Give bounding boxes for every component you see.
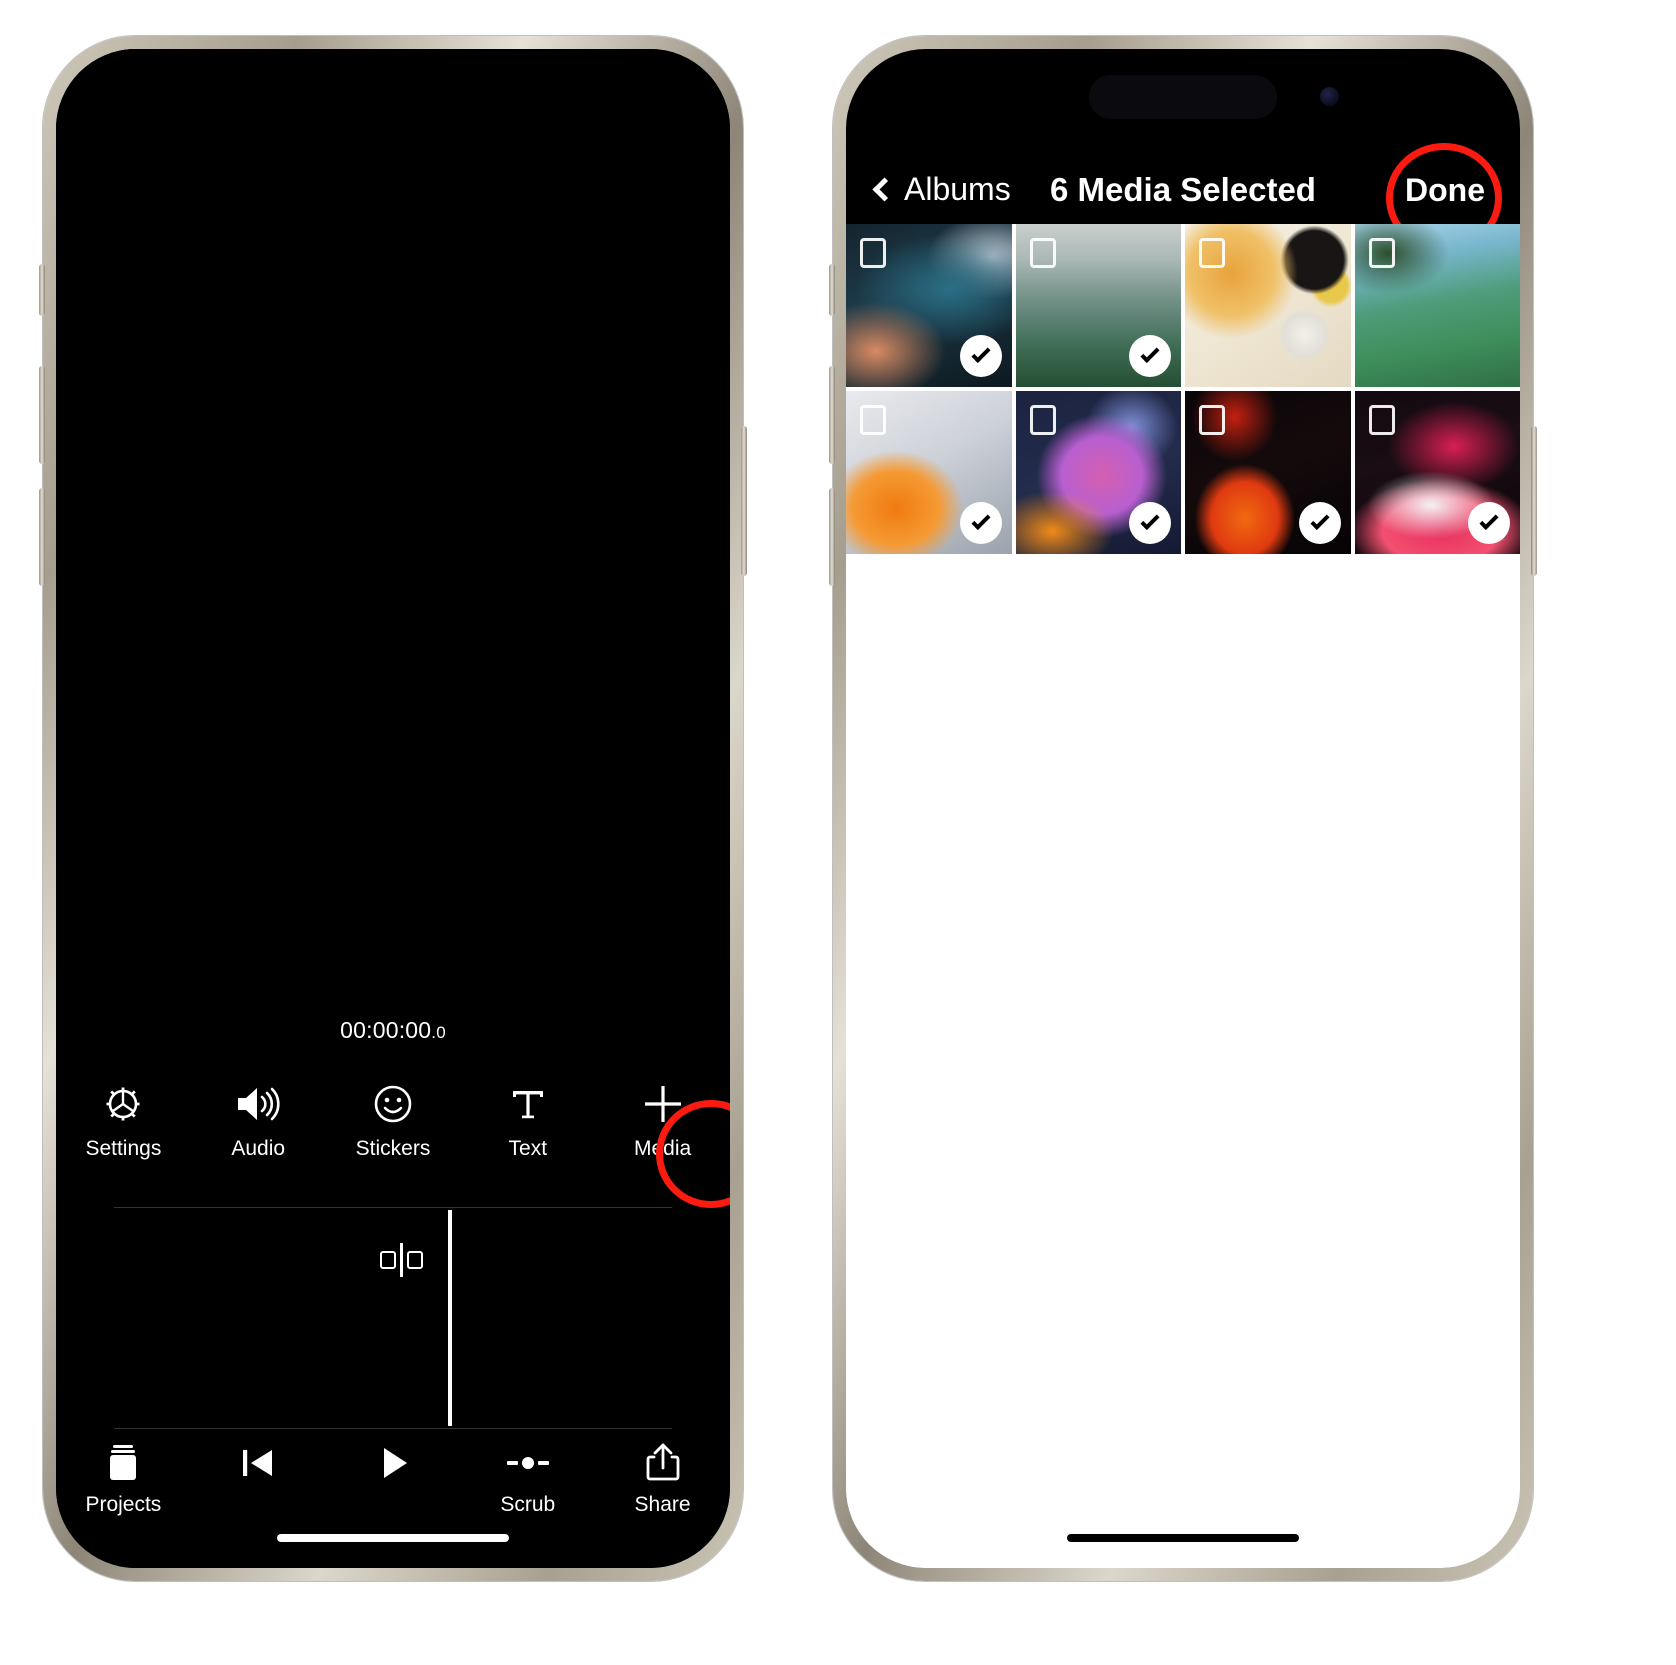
media-cell[interactable] xyxy=(1185,224,1351,387)
selection-checkbox[interactable] xyxy=(1199,405,1225,435)
home-indicator[interactable] xyxy=(1067,1534,1299,1542)
text-t-icon xyxy=(468,1077,588,1131)
phone-right: Albums 6 Media Selected Done xyxy=(829,36,1537,1581)
editor-tool-row: Settings Audio Stickers Text Media xyxy=(56,1077,730,1189)
selected-check-badge xyxy=(959,335,1002,377)
timecode-display: 00:00:00.0 xyxy=(56,1017,730,1044)
media-cell[interactable] xyxy=(1354,224,1520,387)
nav-skip-to-start[interactable] xyxy=(198,1435,318,1493)
tool-media[interactable]: Media xyxy=(603,1077,723,1161)
volume-up-button[interactable] xyxy=(829,366,835,464)
done-button[interactable]: Done xyxy=(1405,172,1485,209)
nav-projects[interactable]: Projects xyxy=(63,1435,183,1517)
timeline-playhead[interactable] xyxy=(448,1210,452,1426)
timecode-main: 00:00:00 xyxy=(340,1017,432,1043)
tool-label: Media xyxy=(633,1137,692,1160)
dynamic-island xyxy=(1089,75,1339,119)
picker-empty-area[interactable] xyxy=(846,554,1520,1568)
selected-check-badge xyxy=(1129,335,1171,377)
skip-to-start-icon xyxy=(198,1435,318,1491)
tool-audio[interactable]: Audio xyxy=(198,1077,318,1161)
projects-stack-icon xyxy=(63,1435,183,1491)
timeline-track[interactable] xyxy=(56,1208,730,1428)
volume-up-button[interactable] xyxy=(39,366,45,464)
tool-label: Audio xyxy=(231,1137,286,1160)
nav-scrub[interactable]: Scrub xyxy=(468,1435,588,1517)
media-cell[interactable] xyxy=(846,391,1012,554)
plus-icon xyxy=(603,1077,723,1131)
selection-checkbox[interactable] xyxy=(1029,405,1056,435)
selected-check-badge xyxy=(1129,502,1171,544)
gear-icon xyxy=(63,1077,183,1131)
media-grid xyxy=(846,224,1520,554)
tool-settings[interactable]: Settings xyxy=(63,1077,183,1161)
media-cell[interactable] xyxy=(1185,391,1351,554)
smiley-icon xyxy=(333,1077,453,1131)
media-picker: Albums 6 Media Selected Done xyxy=(846,49,1520,1568)
tool-label: Stickers xyxy=(355,1137,431,1160)
phone-left: 00:00:00.0 Settings Audio Stickers Text … xyxy=(39,36,747,1581)
selection-checkbox[interactable] xyxy=(860,238,886,268)
selection-checkbox[interactable] xyxy=(1199,238,1225,268)
selected-check-badge xyxy=(959,502,1002,544)
nav-share[interactable]: Share xyxy=(603,1435,723,1517)
selected-check-badge xyxy=(1298,502,1341,544)
share-icon xyxy=(603,1435,723,1491)
video-preview-canvas[interactable] xyxy=(56,49,730,1059)
divider-bottom xyxy=(114,1428,672,1429)
tool-stickers[interactable]: Stickers xyxy=(333,1077,453,1161)
nav-label: Share xyxy=(634,1493,691,1516)
media-cell[interactable] xyxy=(1015,224,1181,387)
selection-checkbox[interactable] xyxy=(860,405,886,435)
video-editor: 00:00:00.0 Settings Audio Stickers Text … xyxy=(56,49,730,1568)
editor-bottom-nav: Projects Scrub Share xyxy=(56,1435,730,1545)
volume-down-button[interactable] xyxy=(39,488,45,586)
selection-checkbox[interactable] xyxy=(1368,238,1395,268)
tool-text[interactable]: Text xyxy=(468,1077,588,1161)
media-cell[interactable] xyxy=(846,224,1012,387)
home-indicator[interactable] xyxy=(277,1534,509,1542)
media-cell[interactable] xyxy=(1015,391,1181,554)
power-button[interactable] xyxy=(1531,426,1537,576)
silence-switch[interactable] xyxy=(829,264,835,316)
volume-down-button[interactable] xyxy=(829,488,835,586)
play-icon xyxy=(333,1435,453,1491)
nav-play[interactable] xyxy=(333,1435,453,1493)
nav-label: Projects xyxy=(85,1493,162,1516)
power-button[interactable] xyxy=(741,426,747,576)
nav-label: Scrub xyxy=(500,1493,556,1516)
clip-transition-marker-icon[interactable] xyxy=(380,1243,423,1277)
screenshot-root: 00:00:00.0 Settings Audio Stickers Text … xyxy=(0,0,1676,1665)
selection-checkbox[interactable] xyxy=(1029,238,1056,268)
tool-label: Text xyxy=(508,1137,548,1160)
tool-label: Settings xyxy=(85,1137,162,1160)
speaker-icon xyxy=(198,1077,318,1131)
scrub-icon xyxy=(468,1435,588,1491)
screen-left: 00:00:00.0 Settings Audio Stickers Text … xyxy=(56,49,730,1568)
silence-switch[interactable] xyxy=(39,264,45,316)
media-cell[interactable] xyxy=(1354,391,1520,554)
screen-right: Albums 6 Media Selected Done xyxy=(846,49,1520,1568)
picker-header: Albums 6 Media Selected Done xyxy=(846,49,1520,253)
selected-check-badge xyxy=(1468,502,1510,544)
selection-checkbox[interactable] xyxy=(1368,405,1395,435)
timecode-fraction: .0 xyxy=(431,1023,446,1042)
